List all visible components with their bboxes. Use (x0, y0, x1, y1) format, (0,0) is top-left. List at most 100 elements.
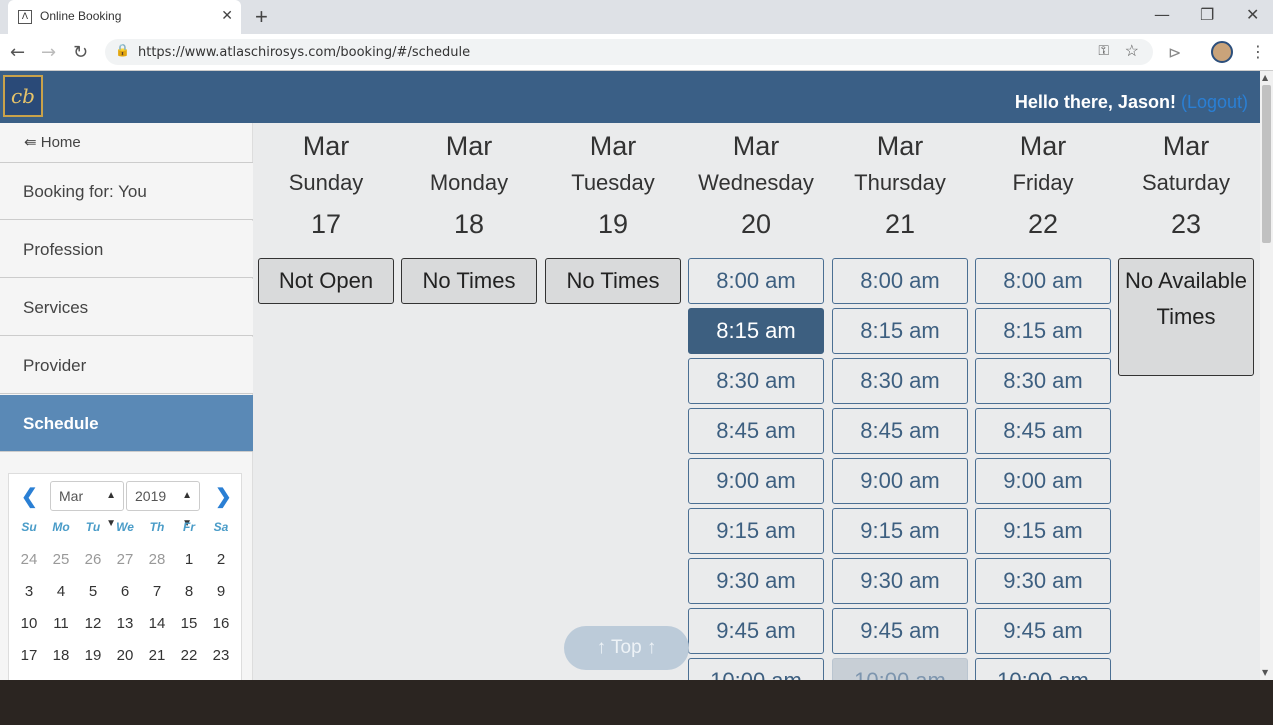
time-slot-button[interactable]: 8:15 am (832, 308, 968, 354)
calendar-day[interactable]: 27 (109, 551, 141, 568)
calendar-day[interactable]: 5 (77, 583, 109, 600)
month-select-value: Mar (59, 488, 84, 504)
sidebar-item-home[interactable]: ⇚ Home (0, 123, 253, 163)
calendar-day[interactable]: 19 (77, 647, 109, 664)
time-slot-button[interactable]: 9:30 am (832, 558, 968, 604)
time-slot-button[interactable]: 8:30 am (975, 358, 1111, 404)
scrollbar-thumb[interactable] (1262, 85, 1271, 243)
new-tab-button[interactable]: + (255, 4, 268, 30)
time-slot-button[interactable]: 9:45 am (975, 608, 1111, 654)
restore-window-button[interactable]: ❐ (1200, 5, 1214, 24)
sidebar-item-label: Home (40, 134, 81, 151)
back-arrow-icon[interactable]: ← (10, 42, 25, 63)
chevron-left-icon[interactable]: ❮ (21, 484, 38, 509)
sidebar-item-booking-for[interactable]: Booking for: You (0, 163, 253, 220)
bookmark-star-icon[interactable]: ☆ (1125, 41, 1139, 61)
time-slot-button[interactable]: 8:15 am (975, 308, 1111, 354)
time-slot-button[interactable]: 9:15 am (688, 508, 824, 554)
time-slot-button[interactable]: 8:15 am (688, 308, 824, 354)
close-tab-icon[interactable]: ✕ (221, 7, 233, 24)
day-column-tuesday: Mar Tuesday 19 No Times (545, 123, 681, 304)
sidebar-item-provider[interactable]: Provider (0, 337, 253, 394)
day-month: Mar (445, 131, 493, 161)
url-text[interactable]: https://www.atlaschirosys.com/booking/#/… (138, 45, 470, 60)
time-slot-button[interactable]: 10:00 am (832, 658, 968, 680)
calendar-day[interactable]: 3 (13, 583, 45, 600)
calendar-day[interactable]: 9 (205, 583, 237, 600)
time-slot-button[interactable]: 8:45 am (975, 408, 1111, 454)
minimize-window-button[interactable]: — (1154, 5, 1170, 24)
scroll-down-icon[interactable]: ▼ (1262, 668, 1268, 677)
sidebar-item-schedule[interactable]: Schedule (0, 395, 253, 452)
weekday-header: Tu (85, 520, 101, 534)
calendar-day[interactable]: 21 (141, 647, 173, 664)
calendar-day[interactable]: 7 (141, 583, 173, 600)
calendar-day[interactable]: 13 (109, 615, 141, 632)
calendar-day[interactable]: 28 (141, 551, 173, 568)
time-slot-button[interactable]: 9:00 am (975, 458, 1111, 504)
time-slot-button[interactable]: 8:00 am (975, 258, 1111, 304)
profile-avatar[interactable] (1211, 41, 1233, 63)
logout-link[interactable]: (Logout) (1181, 92, 1248, 112)
app-logo[interactable]: cb (3, 75, 43, 117)
calendar-day[interactable]: 16 (205, 615, 237, 632)
time-slot-button[interactable]: 10:00 am (975, 658, 1111, 680)
calendar-day[interactable]: 11 (45, 615, 77, 632)
key-icon[interactable]: ⚿ (1098, 42, 1109, 59)
calendar-day[interactable]: 12 (77, 615, 109, 632)
back-to-top-button[interactable]: ↑ Top ↑ (564, 626, 689, 670)
browser-menu-icon[interactable]: ⋮ (1250, 42, 1266, 61)
calendar-day[interactable]: 22 (173, 647, 205, 664)
calendar-day[interactable]: 10 (13, 615, 45, 632)
time-slot-button[interactable]: 8:45 am (688, 408, 824, 454)
calendar-day[interactable]: 8 (173, 583, 205, 600)
time-slot-button[interactable]: 9:45 am (832, 608, 968, 654)
forward-arrow-icon[interactable]: → (41, 42, 56, 63)
url-field[interactable]: 🔒 https://www.atlaschirosys.com/booking/… (105, 39, 1153, 65)
sidebar-item-services[interactable]: Services (0, 279, 253, 336)
lock-icon: 🔒 (115, 43, 130, 57)
calendar-day[interactable]: 26 (77, 551, 109, 568)
browser-tab[interactable]: Λ Online Booking ✕ (8, 0, 241, 34)
month-select[interactable]: Mar ▲ ▼ (50, 481, 124, 529)
calendar-day[interactable]: 24 (13, 551, 45, 568)
time-slot-button[interactable]: 9:00 am (688, 458, 824, 504)
time-slot-button[interactable]: 8:45 am (832, 408, 968, 454)
sidebar-item-profession[interactable]: Profession (0, 221, 253, 278)
calendar-day[interactable]: 15 (173, 615, 205, 632)
calendar-day[interactable]: 6 (109, 583, 141, 600)
day-date: 18 (453, 209, 485, 239)
time-slot-button[interactable]: 9:30 am (688, 558, 824, 604)
extension-icon[interactable]: ⊳ (1168, 43, 1181, 63)
calendar-day[interactable]: 20 (109, 647, 141, 664)
reload-icon[interactable]: ↻ (73, 42, 88, 63)
sidebar-item-label: Profession (23, 240, 104, 259)
day-date: 17 (310, 209, 342, 239)
time-slot-button[interactable]: 8:30 am (832, 358, 968, 404)
calendar-day[interactable]: 18 (45, 647, 77, 664)
calendar-day[interactable]: 14 (141, 615, 173, 632)
calendar-day[interactable]: 23 (205, 647, 237, 664)
time-slot-button[interactable]: 9:15 am (975, 508, 1111, 554)
time-slot-button[interactable]: 9:45 am (688, 608, 824, 654)
time-slot-button[interactable]: 10:00 am (688, 658, 824, 680)
calendar-day[interactable]: 1 (173, 551, 205, 568)
scroll-up-icon[interactable]: ▲ (1262, 73, 1268, 82)
day-column-monday: Mar Monday 18 No Times (401, 123, 537, 304)
sign-out-icon: ⇚ (24, 134, 37, 151)
calendar-day[interactable]: 4 (45, 583, 77, 600)
chevron-right-icon[interactable]: ❯ (215, 484, 232, 509)
browser-tab-bar: Λ Online Booking ✕ + — ❐ ✕ (0, 0, 1273, 34)
time-slot-button[interactable]: 8:00 am (688, 258, 824, 304)
close-window-button[interactable]: ✕ (1246, 5, 1259, 24)
time-slot-button[interactable]: 8:30 am (688, 358, 824, 404)
year-select[interactable]: 2019 ▲ ▼ (126, 481, 200, 529)
time-slot-button[interactable]: 9:30 am (975, 558, 1111, 604)
calendar-day[interactable]: 25 (45, 551, 77, 568)
calendar-day[interactable]: 2 (205, 551, 237, 568)
time-slot-button[interactable]: 9:15 am (832, 508, 968, 554)
time-slot-button[interactable]: 9:00 am (832, 458, 968, 504)
app-header: cb Hello there, Jason! (Logout) (0, 71, 1260, 123)
calendar-day[interactable]: 17 (13, 647, 45, 664)
time-slot-button[interactable]: 8:00 am (832, 258, 968, 304)
